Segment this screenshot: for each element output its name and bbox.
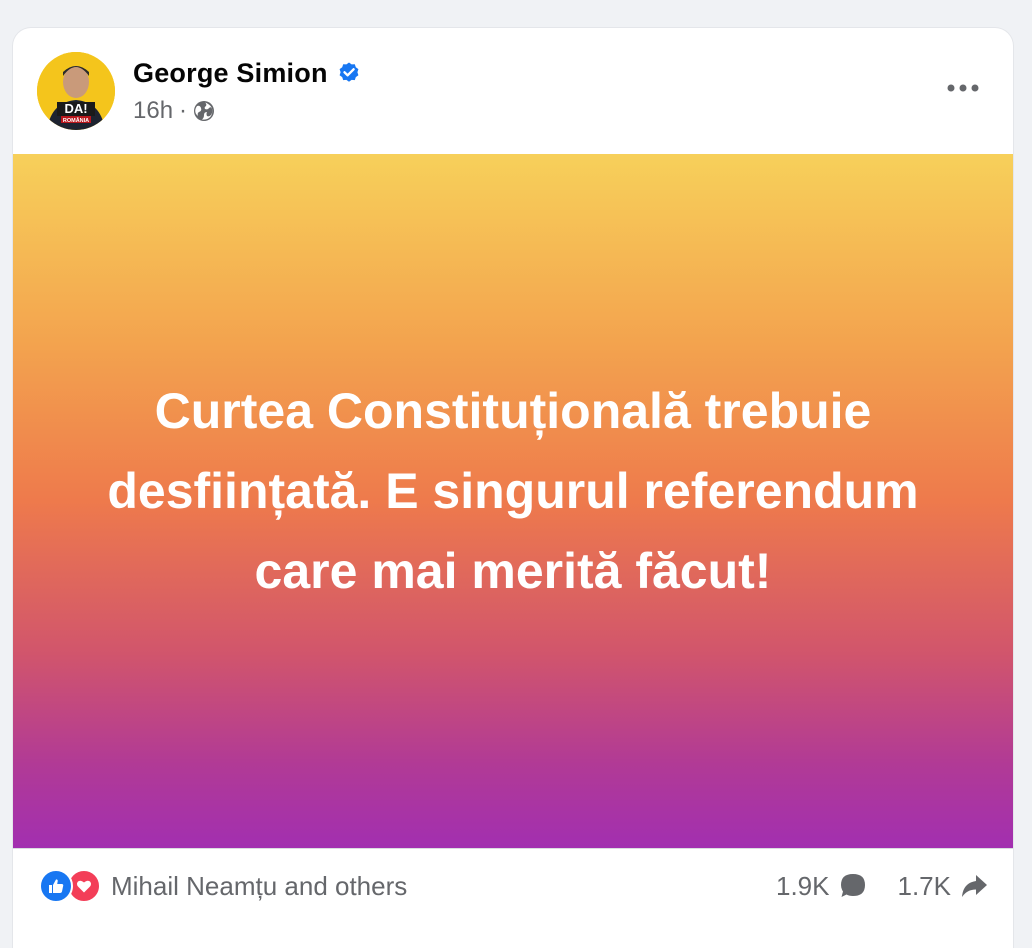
meta-separator: ·	[179, 97, 188, 124]
shares-count: 1.7K	[897, 870, 952, 901]
post-header: DA! ROMÂNIA George Simion 16h ·	[13, 28, 1013, 154]
avatar-sublabel: ROMÂNIA	[63, 117, 89, 124]
post-background[interactable]: Curtea Constituțională trebuie desființa…	[13, 154, 1013, 848]
more-options-button[interactable]	[941, 73, 985, 103]
comments-stat[interactable]: 1.9K	[776, 871, 868, 902]
post-footer: Mihail Neamțu and others 1.9K 1.7K	[13, 848, 1013, 929]
reaction-names: Mihail Neamțu and others	[111, 870, 408, 901]
post-card: DA! ROMÂNIA George Simion 16h · Curtea C…	[13, 28, 1013, 948]
avatar-image: DA! ROMÂNIA	[37, 52, 115, 130]
post-timestamp[interactable]: 16h	[133, 97, 173, 125]
author-row: George Simion	[133, 56, 361, 90]
share-icon	[962, 875, 987, 897]
post-meta: 16h ·	[133, 96, 215, 126]
comment-icon	[840, 874, 865, 897]
shares-stat[interactable]: 1.7K	[898, 871, 990, 902]
post-text: Curtea Constituțională trebuie desființa…	[107, 383, 919, 599]
avatar-label: DA!	[64, 101, 87, 116]
like-icon	[39, 869, 73, 903]
comments-count: 1.9K	[776, 870, 830, 901]
more-options-icon	[947, 84, 979, 92]
verified-badge-icon	[339, 62, 359, 82]
author-name[interactable]: George Simion	[133, 58, 328, 89]
author-avatar[interactable]: DA! ROMÂNIA	[37, 52, 115, 130]
reactions-summary[interactable]: Mihail Neamțu and others	[39, 869, 407, 903]
post-stats: 1.9K 1.7K	[776, 869, 989, 903]
globe-icon[interactable]	[193, 100, 215, 122]
